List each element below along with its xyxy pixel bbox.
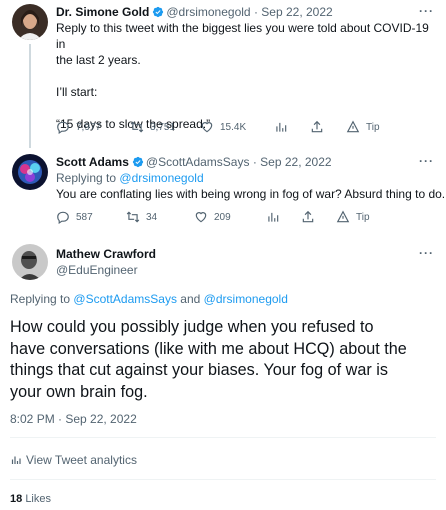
main-tweet: Mathew Crawford @EduEngineer ··· Replyin… <box>0 236 446 510</box>
reply-icon <box>57 211 69 224</box>
separator: · <box>252 155 257 169</box>
tip-button[interactable]: Tip <box>336 210 370 224</box>
tweet-timestamp[interactable]: 8:02 PM · Sep 22, 2022 <box>10 411 137 427</box>
main-author-handle-wrap: @EduEngineer <box>56 262 138 278</box>
replying-to-label: Replying to <box>56 171 117 185</box>
retweet-icon <box>126 211 140 223</box>
tip-label: Tip <box>366 121 380 133</box>
tweet-time[interactable]: Sep 22, 2022 <box>260 155 331 169</box>
retweet-count: 3,751 <box>150 121 176 133</box>
like-count: 209 <box>214 211 231 223</box>
tweet-actions: 7,977 3,751 15.4K Tip <box>56 120 436 138</box>
replying-to-label: Replying to <box>10 292 71 306</box>
main-tweet-text: How could you possibly judge when you re… <box>10 317 440 403</box>
replying-to-user[interactable]: @drsimonegold <box>204 292 288 306</box>
analytics-icon <box>276 122 287 132</box>
likes-stat[interactable]: 18 Likes <box>10 491 51 507</box>
like-count: 15.4K <box>220 121 247 133</box>
retweet-icon <box>130 121 144 133</box>
analytics-icon <box>11 456 21 464</box>
tweet-text: You are conflating lies with being wrong… <box>56 187 446 201</box>
replying-to-user[interactable]: @drsimonegold <box>119 171 203 185</box>
avatar-mathew-crawford[interactable] <box>12 244 48 280</box>
tweet-actions: 587 34 209 Tip <box>56 210 436 228</box>
avatar-scott-adams[interactable] <box>12 154 48 190</box>
divider <box>10 437 436 438</box>
analytics-button[interactable] <box>274 120 294 134</box>
avatar-simone-gold[interactable] <box>12 4 48 40</box>
likes-count: 18 <box>10 493 23 505</box>
tweet-text-line: things that cut against your biases. You… <box>10 361 388 379</box>
view-analytics-link[interactable]: View Tweet analytics <box>10 452 137 468</box>
tweet-scott-adams[interactable]: Scott Adams @ScottAdamsSays · Sep 22, 202… <box>0 150 446 236</box>
more-options-icon[interactable]: ··· <box>419 4 434 18</box>
tip-button[interactable]: Tip <box>346 120 380 134</box>
verified-badge-icon <box>132 156 144 168</box>
heart-icon <box>201 122 213 133</box>
reply-count: 587 <box>76 211 93 223</box>
author-name[interactable]: Dr. Simone Gold <box>56 5 149 19</box>
tweet-simone-gold[interactable]: Dr. Simone Gold @drsimonegold · Sep 22, 2… <box>0 0 446 150</box>
tweet-text: Reply to this tweet with the biggest lie… <box>56 20 436 132</box>
reply-button[interactable]: 587 <box>56 210 93 224</box>
reply-button[interactable]: 7,977 <box>56 120 101 134</box>
author-name[interactable]: Mathew Crawford <box>56 247 156 261</box>
tweet-header: Scott Adams @ScottAdamsSays · Sep 22, 202… <box>56 154 332 170</box>
replying-to: Replying to @drsimonegold <box>56 170 204 186</box>
author-handle[interactable]: @EduEngineer <box>56 263 138 277</box>
author-handle[interactable]: @ScottAdamsSays <box>146 155 250 169</box>
author-name[interactable]: Scott Adams <box>56 155 129 169</box>
analytics-button[interactable] <box>266 210 286 224</box>
more-options-icon[interactable]: ··· <box>419 246 434 260</box>
replying-and: and <box>180 292 201 306</box>
analytics-icon <box>268 212 279 222</box>
tweet-text-line: the last 2 years. <box>56 53 141 67</box>
reply-count: 7,977 <box>76 121 102 133</box>
heart-icon <box>195 212 207 223</box>
tweet-time[interactable]: Sep 22, 2022 <box>261 5 332 19</box>
retweet-button[interactable]: 34 <box>126 210 157 224</box>
main-author-name-wrap: Mathew Crawford <box>56 246 156 262</box>
share-button[interactable] <box>301 210 321 224</box>
view-analytics-label: View Tweet analytics <box>26 453 137 467</box>
thread-line <box>29 44 31 148</box>
author-handle[interactable]: @drsimonegold <box>166 5 250 19</box>
like-button[interactable]: 209 <box>194 210 231 224</box>
replying-to: Replying to @ScottAdamsSays and @drsimon… <box>10 291 288 307</box>
tweet-header: Dr. Simone Gold @drsimonegold · Sep 22, 2… <box>56 4 333 20</box>
tweet-text-line: Reply to this tweet with the biggest lie… <box>56 21 429 51</box>
like-button[interactable]: 15.4K <box>200 120 246 134</box>
share-button[interactable] <box>310 120 330 134</box>
more-options-icon[interactable]: ··· <box>419 154 434 168</box>
verified-badge-icon <box>153 6 164 18</box>
replying-to-user[interactable]: @ScottAdamsSays <box>73 292 177 306</box>
share-icon <box>311 120 323 133</box>
divider <box>10 479 436 480</box>
share-icon <box>302 210 314 223</box>
tip-icon <box>346 120 360 133</box>
retweet-count: 34 <box>146 211 158 223</box>
tip-label: Tip <box>356 211 370 223</box>
reply-icon <box>57 121 69 134</box>
retweet-button[interactable]: 3,751 <box>130 120 175 134</box>
separator: · <box>253 5 258 19</box>
tweet-text-line: How could you possibly judge when you re… <box>10 318 374 336</box>
tweet-text-line: have conversations (like with me about H… <box>10 339 407 358</box>
likes-label: Likes <box>25 493 51 505</box>
tweet-text-line: I’ll start: <box>56 85 98 99</box>
tip-icon <box>336 210 350 223</box>
tweet-text-line: your own brain fog. <box>10 382 148 401</box>
